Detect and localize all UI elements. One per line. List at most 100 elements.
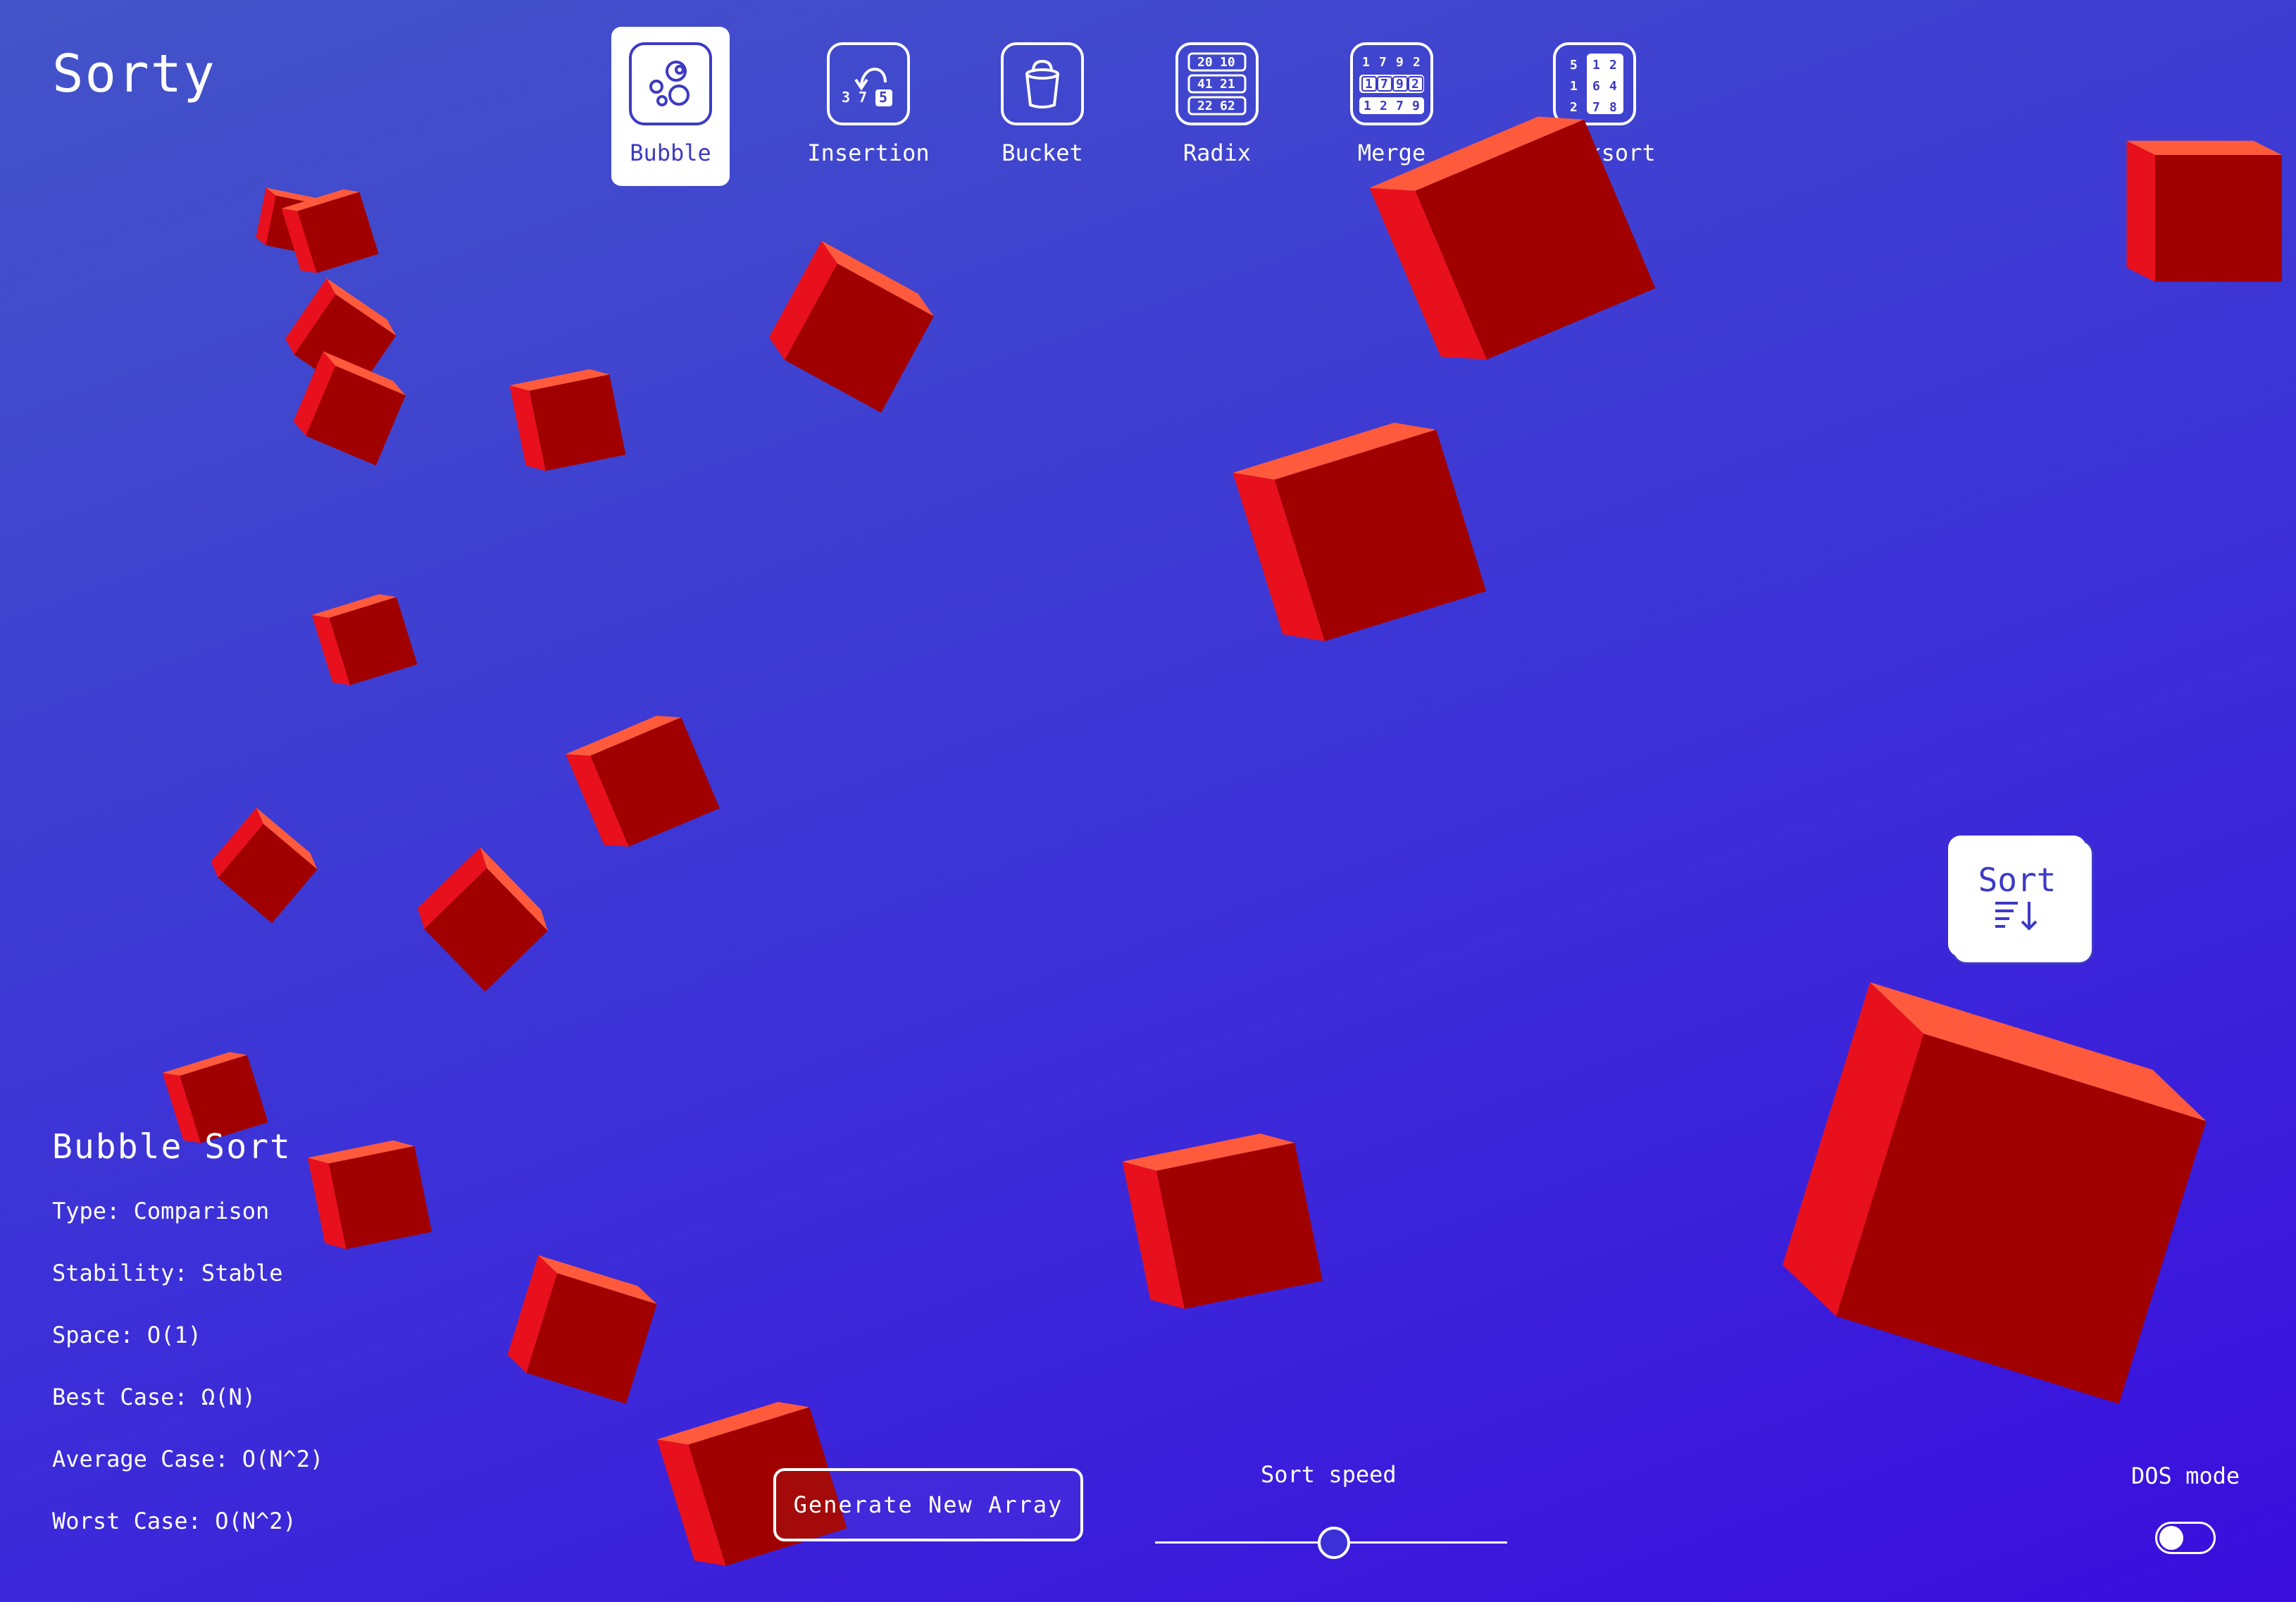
cube-face — [328, 1145, 432, 1250]
cube-face — [1156, 1143, 1323, 1309]
cube — [1233, 423, 1487, 642]
merge-cell: 9 — [1396, 55, 1404, 70]
cube — [311, 594, 418, 685]
algorithm-worst-case: Worst Case: O(N^2) — [52, 1508, 297, 1534]
cube-face — [1122, 1134, 1295, 1171]
nav-item-radix[interactable]: 20 10 41 21 22 62 Radix — [1175, 27, 1259, 186]
radix-cell: 62 — [1220, 99, 1235, 113]
nav-item-label: Quicksort — [1533, 139, 1656, 166]
nav-item-label: Merge — [1357, 139, 1426, 166]
cube — [307, 1140, 432, 1250]
sort-speed-label: Sort speed — [1261, 1461, 1397, 1488]
bubbles-icon — [629, 42, 712, 125]
algorithm-best-case: Best Case: Ω(N) — [52, 1384, 256, 1410]
cube-face — [2126, 140, 2155, 282]
cube-face — [1233, 472, 1325, 642]
cube-face — [2126, 140, 2282, 155]
cube-face — [256, 807, 318, 869]
merge-cell: 1 — [1362, 55, 1370, 70]
sort-speed-slider[interactable] — [1155, 1522, 1507, 1564]
cube-face — [509, 369, 610, 391]
cube-face — [1122, 1161, 1185, 1309]
cube-face — [297, 192, 379, 273]
cube-face — [1369, 187, 1487, 360]
quicksort-cell: 2 — [1570, 100, 1578, 115]
nav-item-bubble[interactable]: Bubble — [611, 27, 730, 186]
cube-face — [538, 1255, 657, 1305]
cube-face — [1870, 982, 2207, 1122]
app-title: Sorty — [52, 44, 216, 104]
radix-cell: 41 — [1197, 77, 1213, 92]
algorithm-type: Type: Comparison — [52, 1198, 270, 1224]
nav-item-bucket[interactable]: Bucket — [1000, 27, 1085, 186]
quicksort-cell: 1 — [1570, 79, 1578, 94]
sort-button[interactable]: Sort — [1948, 836, 2086, 957]
quicksort-cell: 7 — [1592, 100, 1600, 115]
cube-face — [1783, 982, 1924, 1317]
generate-array-button[interactable]: Generate New Array — [773, 1468, 1083, 1541]
cube-face — [326, 278, 397, 336]
slider-thumb[interactable] — [1318, 1527, 1350, 1559]
sort-button-label: Sort — [1978, 861, 2057, 899]
radix-cell: 21 — [1220, 77, 1235, 92]
insertion-digit-highlight: 5 — [879, 89, 887, 106]
nav-item-label: Insertion — [807, 139, 930, 166]
cube-face — [2155, 155, 2282, 282]
cube — [256, 187, 326, 256]
cube-face — [480, 847, 548, 931]
merge-cell: 2 — [1413, 55, 1421, 70]
cube — [281, 189, 379, 273]
nav-item-merge[interactable]: 1 7 9 2 1 7 9 2 1 2 7 9 Merge — [1349, 27, 1434, 186]
cube-face — [566, 754, 629, 847]
cube-face — [507, 1255, 558, 1373]
cube-face — [162, 1052, 247, 1076]
cube — [1122, 1134, 1323, 1309]
nav-item-label: Bucket — [1002, 139, 1083, 166]
insertion-digit: 7 — [859, 89, 867, 106]
merge-cell: 7 — [1396, 99, 1404, 113]
merge-cell: 9 — [1412, 99, 1420, 113]
quicksort-cell: 2 — [1609, 58, 1617, 73]
algorithm-title: Bubble Sort — [52, 1127, 292, 1167]
cube-face — [566, 716, 682, 756]
nav-item-quicksort[interactable]: 5 1 2 1 6 4 2 7 8 Quicksort — [1531, 27, 1658, 186]
cube — [566, 716, 720, 847]
cube-scene — [162, 116, 2282, 1566]
merge-cell: 2 — [1411, 77, 1419, 92]
cube-face — [526, 1273, 657, 1404]
cube-face — [311, 594, 397, 619]
cube-face — [509, 385, 546, 471]
cube-face — [323, 351, 406, 396]
cube-face — [211, 807, 263, 878]
cube-face — [256, 187, 276, 246]
cube-face — [218, 824, 318, 924]
cube-face — [266, 195, 326, 256]
cube-face — [1233, 423, 1437, 480]
cube-face — [329, 597, 418, 685]
quicksort-cell: 8 — [1609, 100, 1617, 115]
cube-face — [285, 278, 336, 355]
cube-face — [306, 366, 406, 466]
cube — [211, 807, 318, 924]
quicksort-cell: 1 — [1592, 58, 1600, 73]
quicksort-cell: 5 — [1570, 58, 1578, 73]
cube-face — [294, 294, 397, 397]
cube-face — [311, 614, 351, 685]
nav-item-insertion[interactable]: 3 7 5 Insertion — [806, 27, 931, 186]
cube — [768, 240, 934, 413]
nav-item-label: Bubble — [630, 139, 711, 166]
merge-cell: 1 — [1364, 99, 1371, 113]
sort-descending-icon — [1995, 902, 2038, 931]
radix-cell: 20 — [1197, 55, 1213, 70]
dos-mode-toggle[interactable] — [2155, 1522, 2216, 1554]
algorithm-stability: Stability: Stable — [52, 1260, 283, 1286]
bucket-icon — [1001, 42, 1084, 125]
cube — [285, 278, 397, 397]
merge-cell: 7 — [1380, 77, 1388, 92]
cube-face — [1836, 1033, 2207, 1404]
algorithm-average-case: Average Case: O(N^2) — [52, 1446, 324, 1472]
algorithm-nav: Bubble 3 7 5 Insertion Bucket 20 10 41 2… — [611, 27, 1658, 186]
insertion-arrow-icon: 3 7 5 — [827, 42, 910, 125]
cube-face — [785, 263, 934, 413]
cube-face — [656, 1439, 726, 1566]
